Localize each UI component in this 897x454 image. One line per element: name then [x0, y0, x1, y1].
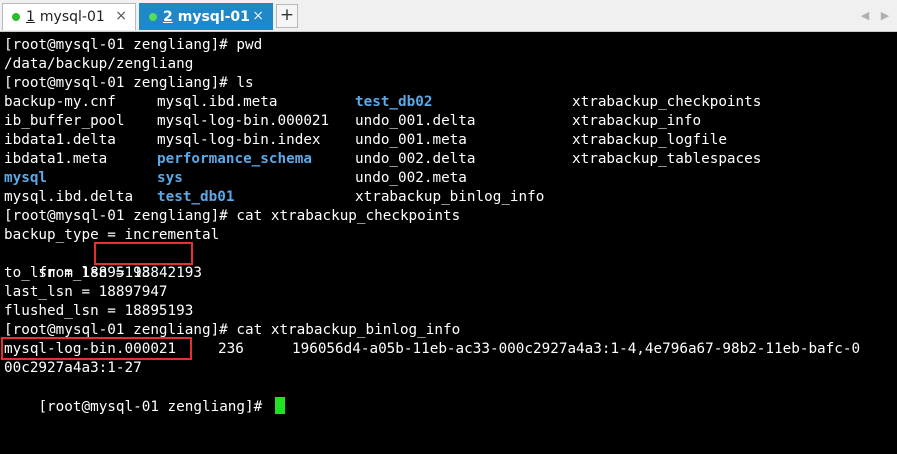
ls-entry: undo_002.delta	[355, 151, 476, 167]
terminal-line: 00c2927a4a3:1-27	[4, 360, 142, 376]
add-tab-button[interactable]: +	[276, 4, 298, 28]
close-tab-icon[interactable]: ×	[252, 8, 264, 24]
ls-entry: xtrabackup_info	[572, 113, 702, 129]
scroll-tabs-left-icon[interactable]: ◀	[857, 8, 873, 24]
highlight-box-from-lsn	[94, 242, 193, 265]
ls-entry: mysql.ibd.meta	[157, 94, 278, 110]
connection-status-icon	[12, 13, 20, 21]
ls-row: mysql.ibd.delta test_db01 xtrabackup_bin…	[4, 188, 894, 207]
ls-row: ib_buffer_pool mysql-log-bin.000021 undo…	[4, 112, 894, 131]
highlight-box-binlog-file	[1, 337, 192, 360]
ls-row: ibdata1.meta performance_schema undo_002…	[4, 150, 894, 169]
terminal-line: /data/backup/zengliang	[4, 56, 194, 72]
text-cursor	[274, 397, 285, 414]
ls-entry: xtrabackup_tablespaces	[572, 151, 762, 167]
ls-row: mysql sys undo_002.meta	[4, 169, 894, 188]
ls-entry: undo_002.meta	[355, 170, 467, 186]
terminal-line: [root@mysql-01 zengliang]# cat xtrabacku…	[4, 208, 461, 224]
terminal-line: [root@mysql-01 zengliang]# pwd	[4, 37, 263, 53]
tab-mysql-01-1[interactable]: 1 mysql-01 ×	[2, 3, 136, 30]
terminal-line: last_lsn = 18897947	[4, 284, 168, 300]
tab-label: mysql-01	[177, 9, 250, 25]
ls-entry: xtrabackup_checkpoints	[572, 94, 762, 110]
from-lsn-line: from_lsn = 18842193	[4, 242, 894, 281]
close-tab-icon[interactable]: ×	[115, 8, 127, 24]
prompt-line[interactable]: [root@mysql-01 zengliang]#	[4, 378, 894, 415]
terminal-line: to_lsn = 18895193	[4, 265, 151, 281]
ls-entry-directory: test_db01	[157, 189, 235, 205]
ls-row: backup-my.cnf mysql.ibd.meta test_db02 x…	[4, 93, 894, 112]
ls-entry: ibdata1.meta	[4, 151, 108, 167]
terminal-line: [root@mysql-01 zengliang]# ls	[4, 75, 254, 91]
ls-entry-directory: test_db02	[355, 94, 433, 110]
ls-entry-directory: mysql	[4, 170, 48, 186]
ls-row: ibdata1.delta mysql-log-bin.index undo_0…	[4, 131, 894, 150]
ls-entry-directory: sys	[157, 170, 183, 186]
connection-status-icon	[149, 13, 157, 21]
gtid-set: 196056d4-a05b-11eb-ac33-000c2927a4a3:1-4…	[292, 341, 861, 357]
binlog-info-line: mysql-log-bin.000021 236 196056d4-a05b-1…	[1, 337, 894, 360]
tab-label: mysql-01	[39, 9, 105, 25]
ls-entry: undo_001.meta	[355, 132, 467, 148]
terminal-line: flushed_lsn = 18895193	[4, 303, 194, 319]
ls-entry: xtrabackup_logfile	[572, 132, 727, 148]
ls-entry: undo_001.delta	[355, 113, 476, 129]
tab-mysql-01-2[interactable]: 2 mysql-01 ×	[139, 3, 273, 30]
ls-entry: mysql.ibd.delta	[4, 189, 134, 205]
tab-number: 2	[163, 9, 173, 25]
terminal-output[interactable]: [root@mysql-01 zengliang]# pwd /data/bac…	[1, 36, 894, 415]
scroll-tabs-right-icon[interactable]: ▶	[877, 8, 893, 24]
ls-entry: mysql-log-bin.000021	[157, 113, 330, 129]
ls-entry: ib_buffer_pool	[4, 113, 125, 129]
ls-entry: mysql-log-bin.index	[157, 132, 321, 148]
ls-entry-directory: performance_schema	[157, 151, 312, 167]
tab-bar: 1 mysql-01 × 2 mysql-01 × + ◀ ▶	[0, 0, 897, 32]
ls-entry: ibdata1.delta	[4, 132, 116, 148]
ls-entry: backup-my.cnf	[4, 94, 116, 110]
binlog-position: 236	[218, 341, 244, 357]
ls-entry: xtrabackup_binlog_info	[355, 189, 545, 205]
tab-number: 1	[26, 9, 35, 25]
